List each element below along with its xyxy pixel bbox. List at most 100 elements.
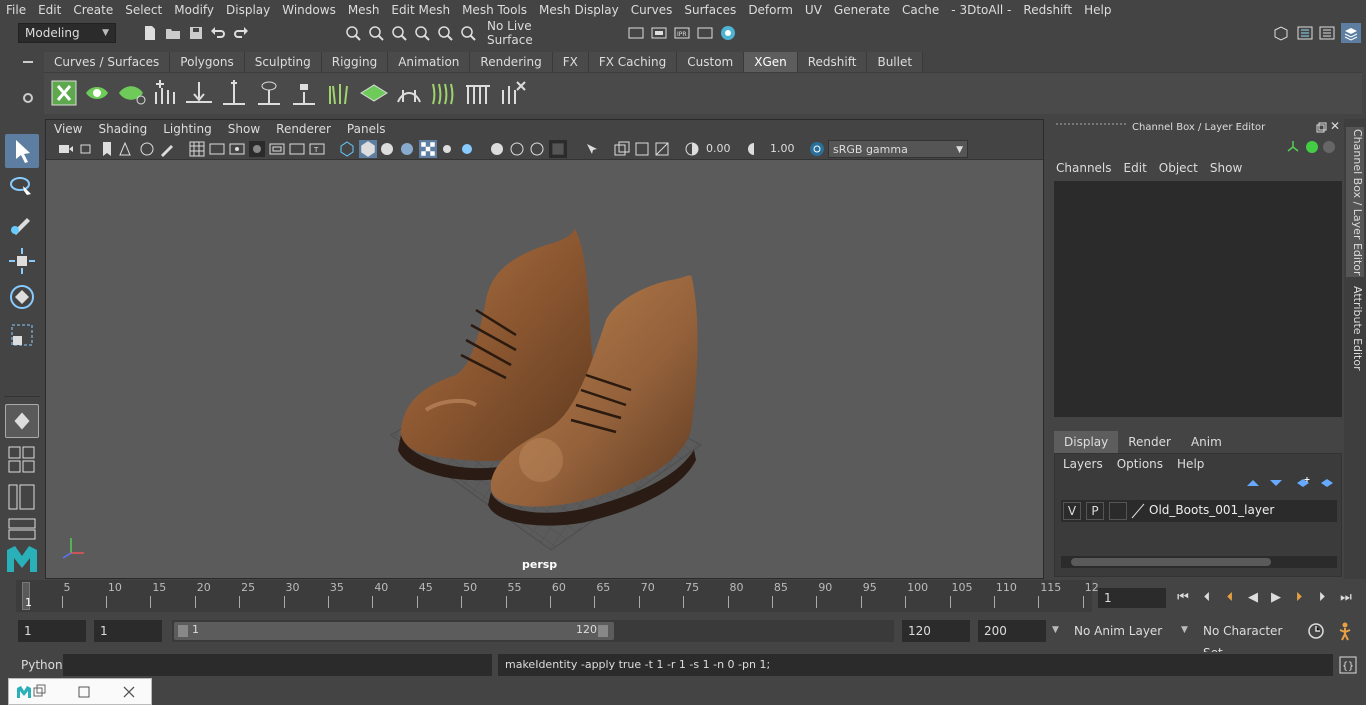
- range-start-handle[interactable]: [178, 625, 188, 637]
- render-settings-icon[interactable]: [697, 25, 713, 41]
- snap-grid-icon[interactable]: [414, 25, 430, 41]
- menu-file[interactable]: File: [0, 3, 32, 17]
- attribute-editor-toggle-icon[interactable]: [1297, 25, 1313, 41]
- layer-color-swatch-icon[interactable]: [1131, 503, 1145, 519]
- menu-modify[interactable]: Modify: [168, 3, 220, 17]
- colorspace-dropdown[interactable]: sRGB gamma ▼: [828, 140, 968, 158]
- mode-dropdown[interactable]: Modeling ▼: [18, 23, 116, 43]
- snap-point-icon[interactable]: [460, 25, 476, 41]
- anti-aliasing-icon[interactable]: [529, 141, 545, 157]
- new-empty-layer-icon[interactable]: [1295, 476, 1311, 490]
- layer-tab-anim[interactable]: Anim: [1180, 431, 1232, 453]
- exposure-icon[interactable]: [684, 141, 700, 157]
- viewport-menu-shading[interactable]: Shading: [90, 122, 155, 136]
- playback-start-field[interactable]: 1: [94, 620, 162, 642]
- tool-settings-toggle-icon[interactable]: [1319, 25, 1335, 41]
- depth-of-field-icon[interactable]: [549, 140, 567, 158]
- viewport-menu-lighting[interactable]: Lighting: [155, 122, 220, 136]
- select-component-icon[interactable]: [391, 25, 407, 41]
- viewport-menu-renderer[interactable]: Renderer: [268, 122, 339, 136]
- default-material-icon[interactable]: [379, 141, 395, 157]
- layer-visibility-toggle[interactable]: V: [1063, 502, 1081, 520]
- animation-preferences-icon[interactable]: [1335, 621, 1355, 641]
- xray-icon[interactable]: [614, 141, 630, 157]
- layer-menu-layers[interactable]: Layers: [1063, 457, 1117, 471]
- select-tool-icon[interactable]: [5, 134, 39, 168]
- layer-scrollbar[interactable]: [1061, 556, 1337, 568]
- textured-icon[interactable]: [419, 140, 437, 158]
- menu-mesh-tools[interactable]: Mesh Tools: [456, 3, 533, 17]
- maya-app-icon[interactable]: [16, 684, 32, 700]
- menu-windows[interactable]: Windows: [276, 3, 342, 17]
- step-back-frame-icon[interactable]: ⏴: [1198, 589, 1216, 607]
- float-panel-icon[interactable]: [1316, 122, 1327, 133]
- perspective-viewport[interactable]: persp: [46, 160, 1043, 578]
- open-scene-icon[interactable]: [165, 25, 181, 41]
- manipulator-icon[interactable]: [1286, 140, 1300, 154]
- playback-end-field[interactable]: 120: [902, 620, 970, 642]
- xgen-guide-eye-icon[interactable]: [254, 80, 284, 106]
- xgen-interactive-groom-icon[interactable]: [499, 80, 529, 106]
- play-forwards-icon[interactable]: ▶: [1267, 589, 1285, 607]
- layer-menu-options[interactable]: Options: [1117, 457, 1177, 471]
- menu-display[interactable]: Display: [220, 3, 276, 17]
- chevron-down-icon[interactable]: ▼: [1181, 625, 1188, 635]
- paint-select-tool-icon[interactable]: [5, 206, 39, 240]
- live-surface-field[interactable]: No Live Surface: [481, 19, 581, 47]
- move-layer-up-icon[interactable]: [1245, 476, 1261, 490]
- layer-playback-toggle[interactable]: P: [1086, 502, 1104, 520]
- shelf-tab-custom[interactable]: Custom: [677, 52, 745, 72]
- single-perspective-layout-icon[interactable]: [5, 404, 39, 438]
- close-icon[interactable]: ✕: [1330, 119, 1340, 133]
- xgen-grid-plane-icon[interactable]: [359, 80, 389, 106]
- menu-curves[interactable]: Curves: [625, 3, 679, 17]
- auto-key-icon[interactable]: [1307, 622, 1325, 640]
- film-gate-icon[interactable]: [209, 141, 225, 157]
- shelf-tab-fx[interactable]: FX: [552, 52, 589, 72]
- lasso-tool-icon[interactable]: [5, 170, 39, 204]
- resolution-gate-icon[interactable]: [229, 141, 245, 157]
- shelf-tab-rendering[interactable]: Rendering: [470, 52, 553, 72]
- anim-layer-dropdown[interactable]: No Anim Layer: [1068, 620, 1176, 642]
- range-end-handle[interactable]: [598, 625, 608, 637]
- close-window-icon[interactable]: [122, 685, 136, 699]
- move-tool-icon[interactable]: [5, 244, 39, 278]
- xgen-comb-icon[interactable]: [429, 80, 459, 106]
- shelf-tab-bullet[interactable]: Bullet: [867, 52, 924, 72]
- shelf-tab-animation[interactable]: Animation: [388, 52, 471, 72]
- menu-cache[interactable]: Cache: [896, 3, 945, 17]
- channel-menu-show[interactable]: Show: [1210, 161, 1254, 175]
- grid-toggle-icon[interactable]: [189, 141, 205, 157]
- menu-surfaces[interactable]: Surfaces: [678, 3, 742, 17]
- new-layer-selected-icon[interactable]: [1319, 476, 1335, 490]
- xgen-lock-guide-icon[interactable]: [289, 80, 319, 106]
- hyper-icon[interactable]: [1323, 141, 1335, 153]
- shelf-tab-redshift[interactable]: Redshift: [797, 52, 868, 72]
- xgen-cut-guides-icon[interactable]: [464, 80, 494, 106]
- camera-select-icon[interactable]: [58, 141, 74, 157]
- image-plane-icon[interactable]: [119, 141, 135, 157]
- step-forward-frame-icon[interactable]: ⏵: [1313, 589, 1331, 607]
- script-language-label[interactable]: Python: [21, 658, 63, 672]
- gate-mask-icon[interactable]: [249, 141, 265, 157]
- shelf-tab-curves-surfaces[interactable]: Curves / Surfaces: [44, 52, 171, 72]
- 2d-pan-zoom-icon[interactable]: [139, 141, 155, 157]
- exposure-field[interactable]: 0.00: [702, 140, 742, 158]
- shelf-settings-gear-icon[interactable]: [22, 92, 34, 104]
- ipr-render-icon[interactable]: IPR: [674, 25, 690, 41]
- xgen-add-or-move-guide-icon[interactable]: [219, 80, 249, 106]
- select-object-icon[interactable]: [368, 25, 384, 41]
- safe-title-icon[interactable]: T: [309, 141, 325, 157]
- shelf-tab-xgen[interactable]: XGen: [744, 52, 798, 72]
- script-editor-icon[interactable]: {}: [1339, 656, 1357, 674]
- new-scene-icon[interactable]: [142, 25, 158, 41]
- isolate-select-icon[interactable]: [584, 141, 600, 157]
- channel-box-toggle-icon[interactable]: [1341, 23, 1361, 43]
- chevron-down-icon[interactable]: ▼: [1052, 625, 1059, 635]
- tab-channel-box[interactable]: Channel Box / Layer Editor: [1346, 127, 1364, 277]
- xgen-guides-to-curves-icon[interactable]: [324, 80, 354, 106]
- smooth-shade-icon[interactable]: [359, 140, 377, 158]
- save-scene-icon[interactable]: [188, 25, 204, 41]
- rotate-tool-icon[interactable]: [5, 280, 39, 314]
- menu-create[interactable]: Create: [67, 3, 119, 17]
